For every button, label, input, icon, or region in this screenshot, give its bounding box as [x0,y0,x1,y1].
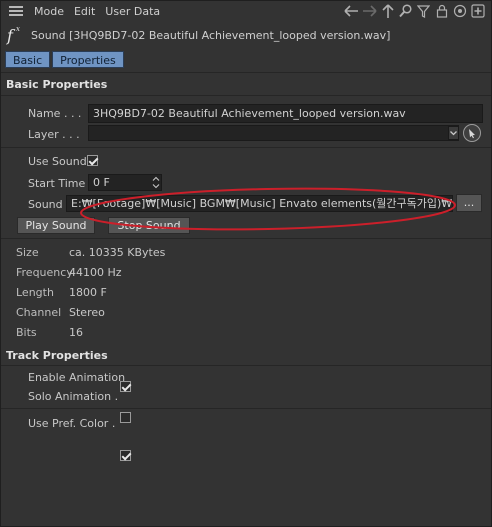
enable-animation-label: Enable Animation [28,371,126,384]
info-value-channel: Stereo [69,306,105,319]
info-label-bits: Bits [16,326,37,339]
info-value-frequency: 44100 Hz [69,266,122,279]
info-value-bits: 16 [69,326,83,339]
divider [1,408,491,409]
info-value-size: ca. 10335 KBytes [69,246,166,259]
info-value-length: 1800 F [69,286,107,299]
divider [1,238,491,239]
info-label-length: Length [16,286,54,299]
annotation-ellipse [80,187,456,231]
track-properties-heading: Track Properties [6,349,108,362]
solo-animation-checkbox[interactable] [120,412,131,423]
enable-animation-checkbox[interactable] [120,381,131,392]
info-label-frequency: Frequency [16,266,73,279]
divider [1,365,491,366]
use-pref-color-checkbox[interactable] [120,450,131,461]
solo-animation-label: Solo Animation . [28,390,119,403]
use-pref-color-label: Use Pref. Color . [28,417,116,430]
info-label-size: Size [16,246,39,259]
info-label-channel: Channel [16,306,62,319]
